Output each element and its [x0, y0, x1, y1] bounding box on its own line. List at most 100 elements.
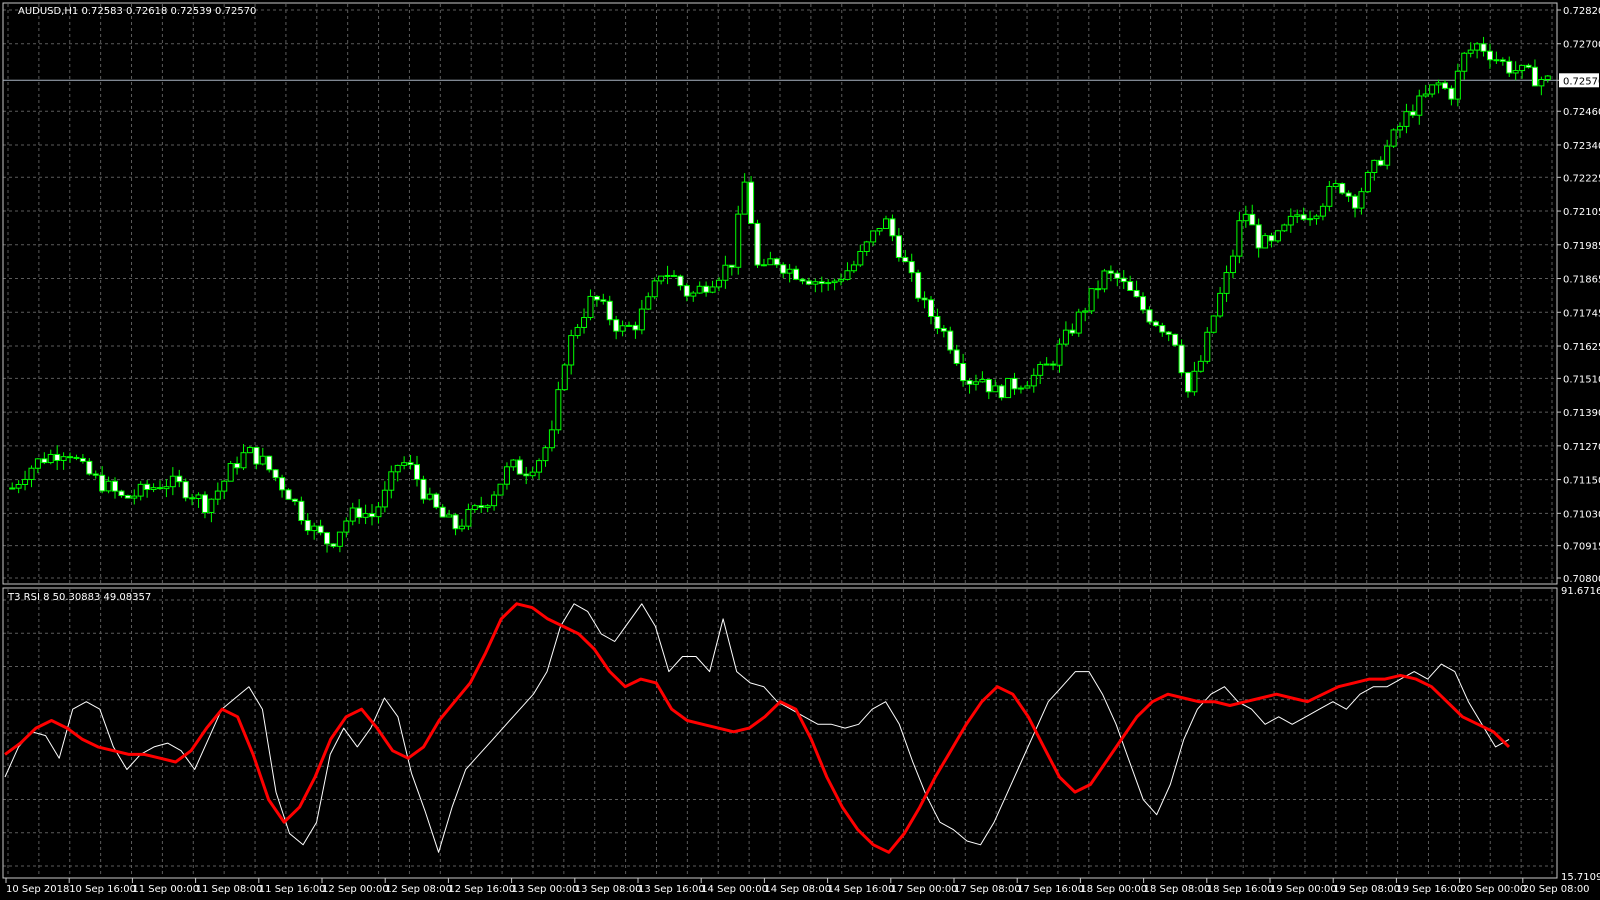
candle[interactable]	[420, 475, 427, 504]
candle-body	[1441, 82, 1448, 89]
candle-body	[349, 507, 356, 522]
time-label: 11 Sep 00:00	[132, 884, 199, 895]
candle-body	[28, 467, 35, 480]
candle-body	[156, 487, 163, 490]
candle[interactable]	[1005, 377, 1012, 399]
candle-body	[1178, 344, 1185, 374]
candle-body	[1242, 213, 1249, 222]
candle[interactable]	[227, 460, 234, 482]
candle-body	[767, 258, 774, 266]
candle-body	[1210, 315, 1217, 333]
candle-body	[940, 327, 947, 332]
candle[interactable]	[998, 384, 1005, 401]
candle-body	[1101, 270, 1108, 290]
trading-chart[interactable]: 0.72820 0.72700 0.72570 0.72460 0.72340 0.722…	[0, 0, 1600, 900]
candle-body	[1409, 111, 1416, 116]
candle[interactable]	[1101, 268, 1108, 293]
candle-body	[818, 281, 825, 285]
candle-body	[1024, 385, 1031, 389]
candle-body	[831, 280, 838, 284]
candle-body	[555, 389, 562, 431]
candle-body	[1095, 288, 1102, 291]
candle[interactable]	[266, 455, 273, 473]
candle-body	[902, 256, 909, 263]
candle[interactable]	[1204, 327, 1211, 364]
time-label: 10 Sep 2018	[6, 884, 69, 895]
price-label: 0.71865	[1563, 275, 1600, 286]
candle-body	[1165, 331, 1172, 335]
candle-body	[548, 429, 555, 449]
candle-body	[1429, 84, 1436, 95]
candle-body	[516, 459, 523, 475]
rsi-panel-title: T3 RSI 8 50.30883 49.08357	[7, 592, 151, 603]
candle[interactable]	[1364, 170, 1371, 194]
candle[interactable]	[561, 362, 568, 391]
candle[interactable]	[1274, 229, 1281, 243]
candle-body	[221, 480, 228, 492]
candle-body	[304, 519, 311, 532]
candle-body	[259, 455, 266, 465]
candle[interactable]	[748, 176, 755, 225]
time-label: 13 Sep 08:00	[575, 884, 642, 895]
candle-body	[1416, 95, 1423, 116]
current-price-label: 0.72570	[1563, 76, 1600, 87]
candle-body	[1307, 218, 1314, 221]
candle-body	[214, 490, 221, 500]
candle[interactable]	[555, 381, 562, 434]
candle-body	[812, 281, 819, 285]
candle-body	[709, 286, 716, 293]
time-label: 11 Sep 08:00	[196, 884, 263, 895]
candle-body	[953, 349, 960, 365]
candle[interactable]	[1178, 339, 1185, 376]
candle[interactable]	[735, 205, 742, 275]
candle[interactable]	[1172, 333, 1179, 347]
candle[interactable]	[1075, 308, 1082, 337]
candle[interactable]	[754, 219, 761, 268]
candle-body	[1499, 59, 1506, 62]
candle-body	[169, 475, 176, 488]
candle-body	[1204, 331, 1211, 362]
candle-body	[1390, 129, 1397, 147]
candle-body	[144, 483, 151, 490]
candle[interactable]	[1339, 182, 1346, 195]
candle[interactable]	[947, 326, 954, 354]
candle-body	[1294, 214, 1301, 217]
candle-body	[690, 292, 697, 297]
candle-body	[1056, 343, 1063, 366]
candle[interactable]	[124, 494, 131, 499]
candle-body	[503, 466, 510, 485]
candle-body	[1377, 159, 1384, 166]
candle-body	[972, 381, 979, 385]
candle-body	[362, 513, 369, 518]
candle[interactable]	[1088, 288, 1095, 315]
candle[interactable]	[182, 478, 189, 502]
candle-body	[632, 324, 639, 331]
candle-body	[1262, 235, 1269, 249]
candle-body	[1255, 224, 1262, 249]
candle[interactable]	[285, 488, 292, 500]
candle[interactable]	[1281, 223, 1288, 232]
candle-body	[1082, 310, 1089, 313]
candle-body	[510, 459, 517, 468]
candle-body	[593, 295, 600, 301]
candle[interactable]	[1262, 232, 1269, 249]
candle-body	[1197, 360, 1204, 372]
candle-body	[67, 456, 74, 459]
candle[interactable]	[1390, 128, 1397, 148]
candle-body	[1397, 125, 1404, 131]
candle[interactable]	[433, 492, 440, 510]
candle-body	[895, 235, 902, 258]
candle[interactable]	[497, 483, 504, 496]
candle-body	[1506, 60, 1513, 74]
price-label: 0.72340	[1563, 141, 1600, 152]
candle-body	[86, 460, 93, 475]
candle[interactable]	[651, 277, 658, 300]
candle-body	[47, 453, 54, 464]
candle-body	[375, 506, 382, 518]
candle-body	[394, 464, 401, 473]
candle-body	[1268, 235, 1275, 242]
candle[interactable]	[1210, 315, 1217, 334]
price-label: 0.71510	[1563, 374, 1600, 385]
candle[interactable]	[915, 269, 922, 302]
candle-body	[1011, 377, 1018, 390]
